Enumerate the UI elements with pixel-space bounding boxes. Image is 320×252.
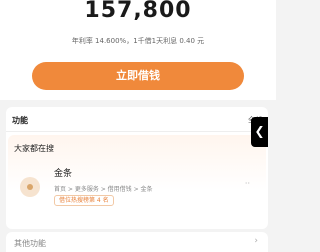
loan-summary-card: 157,800 年利率 14.600%，1千借1天利息 0.40 元 立即借钱 (0, 0, 276, 100)
chevron-left-icon: ❮ (254, 124, 265, 138)
popular-searches: 大家都在搜 金条 首页 > 更多服务 > 借用借钱 > 金条 借位热搜榜第 4 … (8, 135, 266, 227)
other-functions-label: 其他功能 (14, 239, 46, 248)
functions-card: 功能 全部 大家都在搜 金条 首页 > 更多服务 > 借用借钱 > 金条 借位热… (6, 107, 268, 229)
functions-title: 功能 (12, 116, 28, 125)
search-result-path: 首页 > 更多服务 > 借用借钱 > 金条 (54, 186, 153, 193)
side-collapse-tab[interactable]: ❮ (251, 117, 268, 147)
credit-amount: 157,800 (84, 0, 192, 23)
search-result-name[interactable]: 金条 (54, 166, 72, 179)
hot-rank-badge: 借位热搜榜第 4 名 (54, 195, 114, 206)
more-options-icon[interactable]: ·· (245, 179, 250, 188)
divider (6, 131, 268, 132)
gold-bar-icon (20, 177, 40, 197)
other-functions-row[interactable]: 其他功能 › (6, 232, 268, 252)
interest-rate-text: 年利率 14.600%，1千借1天利息 0.40 元 (71, 37, 205, 45)
borrow-now-button[interactable]: 立即借钱 (32, 62, 244, 90)
chevron-right-icon: › (254, 236, 258, 246)
popular-searches-title: 大家都在搜 (14, 144, 54, 153)
